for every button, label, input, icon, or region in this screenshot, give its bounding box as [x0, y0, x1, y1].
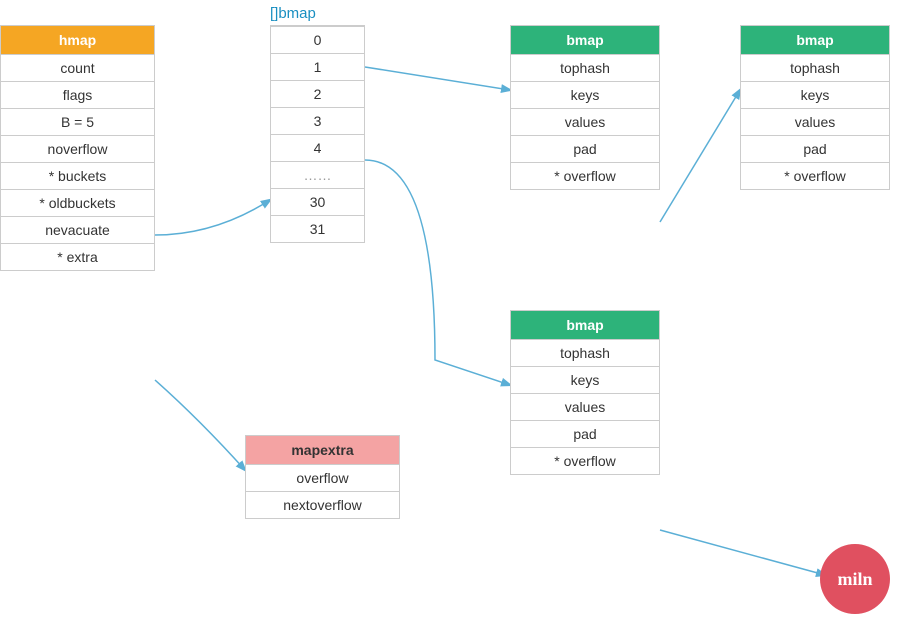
array-entry-2: 2 [271, 80, 364, 107]
diagram-container: hmap count flags B = 5 noverflow * bucke… [0, 0, 900, 624]
bmap2-values: values [741, 108, 889, 135]
bmap3-header: bmap [511, 311, 659, 339]
bmap3-pad: pad [511, 420, 659, 447]
array-entry-4: 4 [271, 134, 364, 161]
mapextra-box: mapextra overflow nextoverflow [245, 435, 400, 519]
hmap-field-buckets: * buckets [1, 162, 154, 189]
bmap3-tophash: tophash [511, 339, 659, 366]
mapextra-nextoverflow: nextoverflow [246, 491, 399, 518]
hmap-header: hmap [1, 26, 154, 54]
array-entry-1: 1 [271, 53, 364, 80]
array-entry-31: 31 [271, 215, 364, 242]
logo-circle: miln [820, 544, 890, 614]
bmap-array-box: 0 1 2 3 4 …… 30 31 [270, 25, 365, 243]
bmap2-keys: keys [741, 81, 889, 108]
bmap2-overflow: * overflow [741, 162, 889, 189]
bmap-box-1: bmap tophash keys values pad * overflow [510, 25, 660, 190]
bmap1-overflow: * overflow [511, 162, 659, 189]
array-entry-3: 3 [271, 107, 364, 134]
bmap3-keys: keys [511, 366, 659, 393]
array-entry-30: 30 [271, 188, 364, 215]
hmap-field-flags: flags [1, 81, 154, 108]
hmap-field-nevacuate: nevacuate [1, 216, 154, 243]
bmap-box-2: bmap tophash keys values pad * overflow [740, 25, 890, 190]
bmap1-tophash: tophash [511, 54, 659, 81]
mapextra-header: mapextra [246, 436, 399, 464]
bmap2-pad: pad [741, 135, 889, 162]
array-entry-0: 0 [271, 26, 364, 53]
bmap-array-label: []bmap [270, 5, 316, 22]
bmap1-header: bmap [511, 26, 659, 54]
bmap2-header: bmap [741, 26, 889, 54]
logo-text: miln [837, 569, 872, 590]
hmap-field-b: B = 5 [1, 108, 154, 135]
bmap1-pad: pad [511, 135, 659, 162]
bmap-box-3: bmap tophash keys values pad * overflow [510, 310, 660, 475]
bmap3-overflow: * overflow [511, 447, 659, 474]
bmap3-values: values [511, 393, 659, 420]
hmap-field-extra: * extra [1, 243, 154, 270]
hmap-field-noverflow: noverflow [1, 135, 154, 162]
hmap-box: hmap count flags B = 5 noverflow * bucke… [0, 25, 155, 271]
bmap1-keys: keys [511, 81, 659, 108]
hmap-field-oldbuckets: * oldbuckets [1, 189, 154, 216]
bmap2-tophash: tophash [741, 54, 889, 81]
mapextra-overflow: overflow [246, 464, 399, 491]
array-entry-dots: …… [271, 161, 364, 188]
bmap1-values: values [511, 108, 659, 135]
hmap-field-count: count [1, 54, 154, 81]
